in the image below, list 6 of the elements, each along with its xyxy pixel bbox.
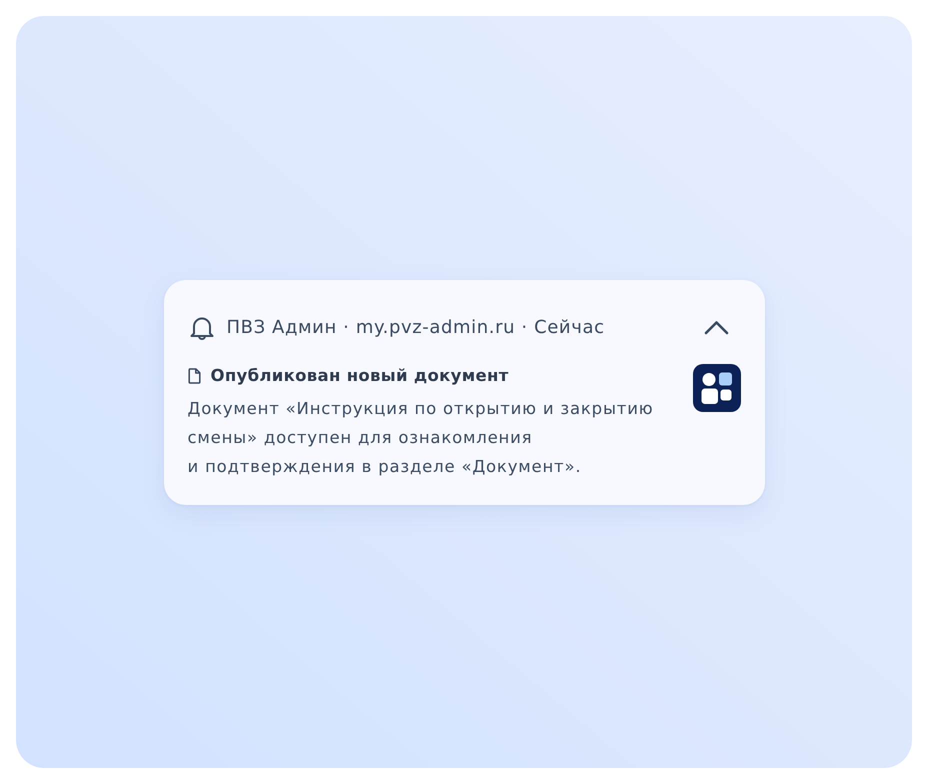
app-logo-icon: [692, 364, 740, 412]
chevron-up-icon: [704, 320, 729, 335]
notification-body: Документ «Инструкция по открытию и закрытию смены» доступен для ознакомления и подтверждения в разделе «Документ».: [188, 398, 654, 478]
document-icon: [188, 368, 200, 384]
notification-source: ПВЗ Админ · my.pvz-admin.ru · Сейчас: [226, 317, 606, 338]
notification-title: Опубликован новый документ: [210, 366, 509, 385]
